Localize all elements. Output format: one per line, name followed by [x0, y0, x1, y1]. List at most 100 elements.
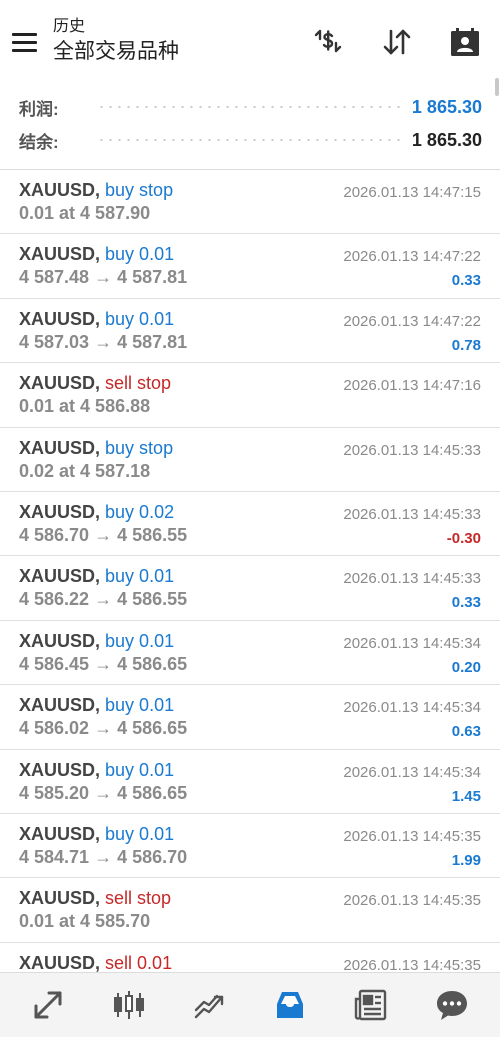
- order-time: 2026.01.13 14:45:35: [343, 827, 481, 845]
- order-row[interactable]: XAUUSD, buy 0.01 4 585.20 → 4 586.65 2026.…: [0, 749, 500, 814]
- order-row[interactable]: XAUUSD, buy 0.01 4 586.45 → 4 586.65 2026.…: [0, 620, 500, 686]
- order-action: sell stop: [105, 888, 172, 909]
- profit-label: 利润:: [19, 99, 59, 119]
- order-time: 2026.01.13 14:45:35: [343, 892, 481, 910]
- order-time: 2026.01.13 14:47:22: [343, 248, 481, 266]
- order-row[interactable]: XAUUSD, sell 0.01 2026.01.13 14:45:35: [0, 942, 500, 972]
- order-detail: 4 585.20 → 4 586.65: [19, 782, 188, 803]
- order-detail: 0.01 at 4 587.90: [19, 203, 151, 223]
- order-symbol: XAUUSD,: [19, 373, 101, 394]
- order-row[interactable]: XAUUSD, sell stop 0.01 at 4 586.88 2026.01…: [0, 363, 500, 428]
- order-detail: 4 586.70 → 4 586.55: [19, 524, 188, 545]
- title-block[interactable]: 历史 全部交易品种: [53, 16, 179, 66]
- order-profit: 0.63: [451, 723, 481, 741]
- profit-row: 利润: 1 865.30: [19, 92, 482, 122]
- order-detail: 0.01 at 4 585.70: [19, 911, 151, 932]
- order-title: XAUUSD, buy stop: [19, 438, 173, 459]
- order-symbol: XAUUSD,: [19, 630, 101, 651]
- order-symbol: XAUUSD,: [19, 566, 101, 587]
- order-symbol: XAUUSD,: [19, 244, 101, 265]
- currency-exchange-icon[interactable]: [310, 24, 346, 60]
- history-list[interactable]: XAUUSD, buy stop 0.01 at 4 587.90 2026.01.…: [0, 169, 500, 972]
- order-action: buy 0.01: [105, 244, 175, 265]
- order-row[interactable]: XAUUSD, buy stop 0.02 at 4 587.18 2026.01.…: [0, 427, 500, 492]
- messages-icon[interactable]: [426, 979, 478, 1031]
- news-icon[interactable]: [345, 979, 397, 1031]
- order-title: XAUUSD, sell stop: [19, 373, 171, 394]
- order-title: XAUUSD, buy stop: [19, 180, 173, 201]
- order-action: buy 0.01: [105, 823, 175, 844]
- dotted-leader: [97, 106, 404, 108]
- order-time: 2026.01.13 14:47:22: [343, 312, 481, 330]
- order-symbol: XAUUSD,: [19, 501, 101, 522]
- order-detail: 0.01 at 4 586.88: [19, 396, 151, 417]
- order-title: XAUUSD, buy 0.01: [19, 309, 174, 330]
- sort-icon[interactable]: [379, 24, 415, 60]
- order-detail: 4 587.03 → 4 587.81: [19, 331, 188, 352]
- order-row[interactable]: XAUUSD, sell stop 0.01 at 4 585.70 2026.01…: [0, 878, 500, 943]
- order-action: buy 0.01: [105, 695, 175, 716]
- order-title: XAUUSD, buy 0.02: [19, 502, 174, 523]
- order-detail: 4 586.22 → 4 586.55: [19, 589, 188, 610]
- order-action: buy stop: [105, 180, 174, 200]
- menu-icon[interactable]: [12, 28, 40, 56]
- order-time: 2026.01.13 14:45:33: [343, 570, 481, 588]
- quotes-icon[interactable]: [22, 979, 74, 1031]
- calendar-icon[interactable]: [447, 24, 483, 60]
- bottom-tab-bar: [0, 972, 500, 1037]
- order-action: buy 0.01: [105, 308, 175, 329]
- order-symbol: XAUUSD,: [19, 888, 101, 909]
- profit-value: 1 865.30: [411, 96, 482, 117]
- page-subtitle: 历史: [53, 18, 86, 35]
- order-row[interactable]: XAUUSD, buy 0.01 4 586.22 → 4 586.55 2026.…: [0, 556, 500, 621]
- summary-panel: 利润: 1 865.30 结余: 1 865.30: [0, 86, 500, 168]
- order-action: buy 0.01: [105, 630, 175, 651]
- order-time: 2026.01.13 14:45:34: [343, 763, 481, 781]
- order-row[interactable]: XAUUSD, buy 0.01 4 586.02 → 4 586.65 2026.…: [0, 685, 500, 750]
- order-time: 2026.01.13 14:45:35: [343, 956, 481, 972]
- order-title: XAUUSD, buy 0.01: [19, 824, 174, 845]
- order-title: XAUUSD, buy 0.01: [19, 631, 174, 652]
- order-profit: 0.33: [451, 272, 481, 290]
- order-time: 2026.01.13 14:45:34: [343, 634, 481, 652]
- order-action: buy 0.02: [105, 501, 175, 522]
- order-symbol: XAUUSD,: [19, 695, 101, 716]
- trade-icon[interactable]: [184, 979, 236, 1031]
- order-row[interactable]: XAUUSD, buy 0.01 4 584.71 → 4 586.70 2026.…: [0, 813, 500, 879]
- order-row[interactable]: XAUUSD, buy 0.01 4 587.03 → 4 587.81 2026.…: [0, 298, 500, 364]
- order-time: 2026.01.13 14:45:33: [343, 441, 481, 459]
- app-header: 历史 全部交易品种: [0, 0, 500, 80]
- order-time: 2026.01.13 14:45:34: [343, 699, 481, 717]
- order-profit: 0.33: [451, 594, 481, 612]
- order-profit: 0.78: [451, 336, 481, 354]
- order-detail: 4 586.45 → 4 586.65: [19, 653, 188, 674]
- order-profit: 1.45: [451, 787, 481, 805]
- order-time: 2026.01.13 14:47:15: [343, 184, 481, 201]
- order-action: buy 0.01: [105, 759, 175, 780]
- order-row[interactable]: XAUUSD, buy stop 0.01 at 4 587.90 2026.01.…: [0, 170, 500, 235]
- chart-icon[interactable]: [103, 979, 155, 1031]
- order-symbol: XAUUSD,: [19, 759, 101, 780]
- order-detail: 4 586.02 → 4 586.65: [19, 718, 188, 739]
- order-time: 2026.01.13 14:47:16: [343, 377, 481, 395]
- dotted-leader: [97, 139, 404, 141]
- order-symbol: XAUUSD,: [19, 823, 101, 844]
- order-row[interactable]: XAUUSD, buy 0.02 4 586.70 → 4 586.55 2026.…: [0, 491, 500, 557]
- order-profit: 1.99: [451, 851, 481, 869]
- order-action: buy stop: [105, 437, 174, 458]
- order-detail: 0.02 at 4 587.18: [19, 460, 151, 481]
- balance-value: 1 865.30: [411, 129, 482, 150]
- order-title: XAUUSD, sell stop: [19, 888, 171, 909]
- order-row[interactable]: XAUUSD, buy 0.01 4 587.48 → 4 587.81 2026.…: [0, 234, 500, 299]
- page-title: 全部交易品种: [53, 40, 179, 63]
- order-symbol: XAUUSD,: [19, 308, 101, 329]
- order-symbol: XAUUSD,: [19, 437, 101, 458]
- order-detail: 4 587.48 → 4 587.81: [19, 267, 188, 288]
- order-time: 2026.01.13 14:45:33: [343, 505, 481, 523]
- order-symbol: XAUUSD,: [19, 952, 101, 972]
- history-icon[interactable]: [264, 979, 316, 1031]
- order-title: XAUUSD, buy 0.01: [19, 695, 174, 716]
- order-title: XAUUSD, buy 0.01: [19, 244, 174, 265]
- order-symbol: XAUUSD,: [19, 180, 101, 200]
- order-title: XAUUSD, buy 0.01: [19, 566, 174, 587]
